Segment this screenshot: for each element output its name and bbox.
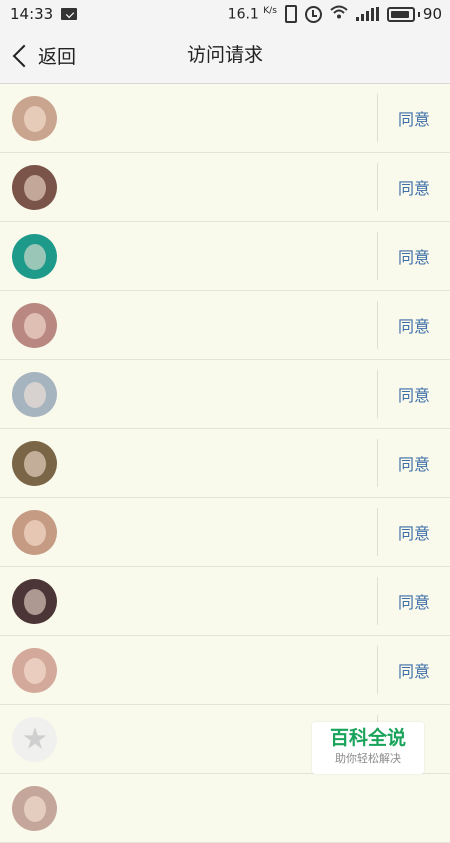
avatar[interactable] xyxy=(12,303,57,348)
avatar-photo xyxy=(24,658,46,684)
battery-level: 90 xyxy=(422,5,442,23)
list-item xyxy=(0,774,450,843)
avatar-photo xyxy=(24,244,46,270)
wifi-icon xyxy=(330,5,348,23)
list-item: 同意 xyxy=(0,360,450,429)
avatar[interactable] xyxy=(12,510,57,555)
avatar[interactable] xyxy=(12,441,57,486)
status-bar: 14:33 16.1 K/s 90 xyxy=(0,0,450,28)
agree-button[interactable]: 同意 xyxy=(377,439,450,487)
agree-button[interactable]: 同意 xyxy=(377,163,450,211)
nav-header: 返回 访问请求 xyxy=(0,28,450,84)
avatar[interactable] xyxy=(12,165,57,210)
avatar[interactable] xyxy=(12,786,57,831)
list-item: 同意 xyxy=(0,153,450,222)
avatar[interactable] xyxy=(12,648,57,693)
agree-button[interactable]: 同意 xyxy=(377,301,450,349)
network-speed: 16.1 K/s xyxy=(227,5,277,23)
agree-button[interactable]: 同意 xyxy=(377,646,450,694)
message-icon xyxy=(61,8,78,20)
list-item: 同意 xyxy=(0,84,450,153)
agree-button[interactable]: 同意 xyxy=(377,370,450,418)
list-item: 同意 xyxy=(0,429,450,498)
watermark-badge: 百科全说 助你轻松解决 xyxy=(312,722,424,774)
signal-icon xyxy=(355,7,379,21)
qq-logo-icon xyxy=(23,727,47,749)
avatar-photo xyxy=(24,313,46,339)
agree-button[interactable]: 同意 xyxy=(377,577,450,625)
avatar[interactable] xyxy=(12,579,57,624)
avatar-photo xyxy=(24,382,46,408)
avatar-photo xyxy=(24,106,46,132)
avatar[interactable] xyxy=(12,96,57,141)
avatar-photo xyxy=(24,451,46,477)
list-item: 同意 xyxy=(0,291,450,360)
watermark-title: 百科全说 xyxy=(329,727,406,749)
vibrate-icon xyxy=(284,5,297,23)
avatar-photo xyxy=(24,589,46,615)
watermark-subtitle: 助你轻松解决 xyxy=(335,752,401,765)
battery-icon: 90 xyxy=(386,5,442,23)
agree-button[interactable]: 同意 xyxy=(377,508,450,556)
page-title: 访问请求 xyxy=(186,44,263,66)
list-item: 同意 xyxy=(0,636,450,705)
avatar[interactable] xyxy=(12,372,57,417)
alarm-icon xyxy=(304,5,322,23)
agree-button[interactable]: 同意 xyxy=(377,94,450,142)
list-item: 同意 xyxy=(0,567,450,636)
avatar[interactable] xyxy=(12,234,57,279)
avatar-photo xyxy=(24,520,46,546)
default-avatar[interactable] xyxy=(12,717,57,762)
clock: 14:33 xyxy=(10,5,54,23)
list-item: 同意 xyxy=(0,498,450,567)
list-item: 同意 xyxy=(0,222,450,291)
avatar-photo xyxy=(24,175,46,201)
agree-button[interactable]: 同意 xyxy=(377,232,450,280)
